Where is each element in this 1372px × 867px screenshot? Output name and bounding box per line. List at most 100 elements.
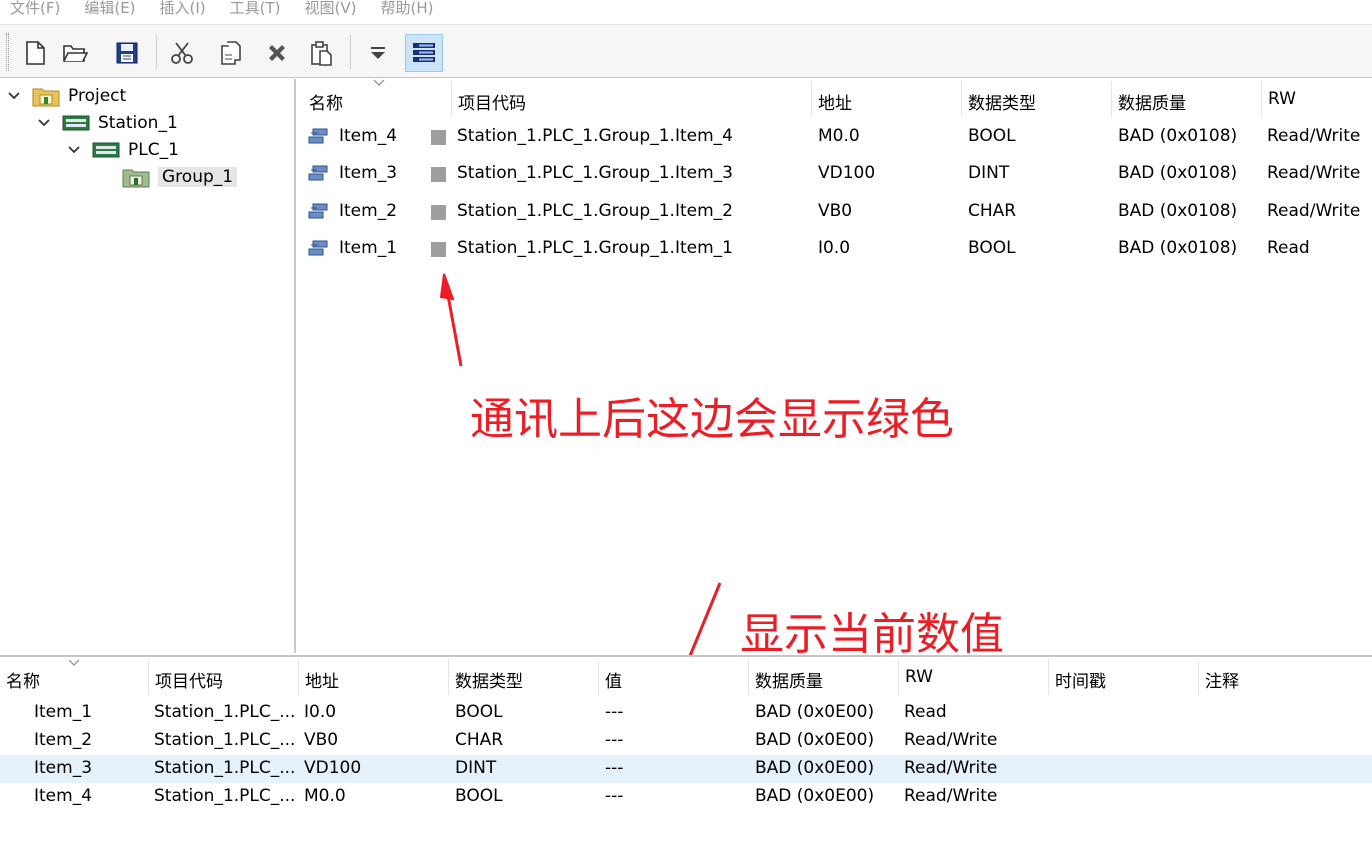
tree-label-plc: PLC_1 xyxy=(128,140,179,160)
toolbar-grip[interactable] xyxy=(6,33,9,71)
item-code: Station_1.PLC_1.Group_1.Item_1 xyxy=(457,238,733,258)
column-divider[interactable] xyxy=(1111,81,1112,117)
cut-button[interactable] xyxy=(163,34,201,72)
column-header-name[interactable]: 名称 xyxy=(309,89,343,114)
status-indicator xyxy=(431,167,446,182)
column-header-rw[interactable]: RW xyxy=(1268,89,1296,109)
opc-config-window: 文件(F) 编辑(E) 插入(I) 工具(T) 视图(V) 帮助(H) Proj… xyxy=(0,0,1372,867)
monitor-header-address[interactable]: 地址 xyxy=(305,667,339,692)
monitor-rw: Read xyxy=(904,702,947,722)
plc-icon xyxy=(92,139,120,161)
monitor-value: --- xyxy=(605,786,624,806)
column-divider[interactable] xyxy=(1198,659,1199,695)
item-quality: BAD (0x0108) xyxy=(1118,238,1238,258)
item-name: Item_1 xyxy=(339,238,398,258)
monitor-header-value[interactable]: 值 xyxy=(605,667,622,692)
item-address: VD100 xyxy=(818,163,876,183)
monitor-header-rw[interactable]: RW xyxy=(905,667,933,687)
item-type: CHAR xyxy=(968,201,1017,221)
menu-insert[interactable]: 插入(I) xyxy=(160,0,206,18)
monitor-header-type[interactable]: 数据类型 xyxy=(455,667,523,692)
column-divider[interactable] xyxy=(961,81,962,117)
status-indicator xyxy=(431,205,446,220)
column-divider[interactable] xyxy=(898,659,899,695)
tree-item-plc[interactable]: PLC_1 xyxy=(66,137,179,163)
monitor-name: Item_2 xyxy=(34,730,93,750)
column-divider[interactable] xyxy=(748,659,749,695)
monitor-name: Item_3 xyxy=(34,758,93,778)
column-divider[interactable] xyxy=(148,659,149,695)
copy-button[interactable] xyxy=(212,34,250,72)
column-divider[interactable] xyxy=(1261,81,1262,117)
chevron-down-icon[interactable] xyxy=(36,115,52,131)
table-row[interactable]: Item_2 Station_1.PLC_1.Group_1.Item_2 VB… xyxy=(301,195,1372,229)
chevron-down-icon[interactable] xyxy=(66,142,82,158)
table-row[interactable]: Item_4 Station_1.PLC_1.Group_1.Item_4 M0… xyxy=(301,120,1372,154)
monitor-row[interactable]: Item_1 Station_1.PLC_... I0.0 BOOL --- B… xyxy=(0,699,1372,727)
column-header-type[interactable]: 数据类型 xyxy=(968,89,1036,114)
monitor-header-code[interactable]: 项目代码 xyxy=(155,667,223,692)
menu-tools[interactable]: 工具(T) xyxy=(230,0,281,18)
menu-view[interactable]: 视图(V) xyxy=(305,0,357,18)
item-quality: BAD (0x0108) xyxy=(1118,126,1238,146)
monitor-header-name[interactable]: 名称 xyxy=(6,667,40,692)
column-divider[interactable] xyxy=(1048,659,1049,695)
paste-button[interactable] xyxy=(302,34,340,72)
open-button[interactable] xyxy=(56,34,94,72)
paste-icon xyxy=(311,41,332,66)
group-folder-icon xyxy=(122,166,150,188)
column-divider[interactable] xyxy=(451,81,452,117)
chevron-down-icon[interactable] xyxy=(6,88,22,104)
monitor-row[interactable]: Item_4 Station_1.PLC_... M0.0 BOOL --- B… xyxy=(0,783,1372,811)
monitor-type: BOOL xyxy=(455,786,503,806)
save-button[interactable] xyxy=(108,34,146,72)
monitor-row[interactable]: Item_2 Station_1.PLC_... VB0 CHAR --- BA… xyxy=(0,727,1372,755)
column-header-code[interactable]: 项目代码 xyxy=(458,89,526,114)
tree-item-station[interactable]: Station_1 xyxy=(36,110,178,136)
menu-file[interactable]: 文件(F) xyxy=(10,0,60,18)
monitor-address: I0.0 xyxy=(304,702,337,722)
new-file-button[interactable] xyxy=(16,34,54,72)
monitor-value: --- xyxy=(605,730,624,750)
monitor-header-timestamp[interactable]: 时间戳 xyxy=(1055,667,1106,692)
tag-item-icon xyxy=(308,128,328,144)
item-rw: Read xyxy=(1267,238,1310,258)
open-folder-icon xyxy=(63,45,88,62)
menu-help[interactable]: 帮助(H) xyxy=(381,0,434,18)
item-type: DINT xyxy=(968,163,1010,183)
monitor-type: CHAR xyxy=(455,730,504,750)
monitor-quality: BAD (0x0E00) xyxy=(755,702,875,722)
monitor-header-comment[interactable]: 注释 xyxy=(1205,667,1239,692)
item-rw: Read/Write xyxy=(1267,201,1361,221)
column-header-address[interactable]: 地址 xyxy=(818,89,852,114)
status-indicator xyxy=(431,130,446,145)
monitor-header-quality[interactable]: 数据质量 xyxy=(755,667,823,692)
menu-edit[interactable]: 编辑(E) xyxy=(84,0,135,18)
monitor-code: Station_1.PLC_... xyxy=(154,758,296,778)
monitor-quality: BAD (0x0E00) xyxy=(755,786,875,806)
monitor-row-selected[interactable]: Item_3 Station_1.PLC_... VD100 DINT --- … xyxy=(0,755,1372,783)
column-divider[interactable] xyxy=(448,659,449,695)
column-divider[interactable] xyxy=(298,659,299,695)
column-header-quality[interactable]: 数据质量 xyxy=(1118,89,1186,114)
item-quality: BAD (0x0108) xyxy=(1118,201,1238,221)
item-name: Item_2 xyxy=(339,201,398,221)
delete-button[interactable] xyxy=(258,34,296,72)
tag-item-icon xyxy=(308,165,328,181)
column-divider[interactable] xyxy=(598,659,599,695)
tag-item-icon xyxy=(308,203,328,219)
monitor-code: Station_1.PLC_... xyxy=(154,730,296,750)
table-row[interactable]: Item_1 Station_1.PLC_1.Group_1.Item_1 I0… xyxy=(301,232,1372,266)
sort-caret-icon xyxy=(68,659,80,666)
tree-item-project[interactable]: Project xyxy=(6,83,126,109)
monitor-view-toggle[interactable] xyxy=(405,34,443,72)
sort-caret-icon xyxy=(373,79,385,86)
tag-item-icon xyxy=(308,240,328,256)
item-rw: Read/Write xyxy=(1267,126,1361,146)
column-divider[interactable] xyxy=(811,81,812,117)
filter-button[interactable] xyxy=(359,34,397,72)
tree-item-group[interactable]: Group_1 xyxy=(122,164,238,190)
table-row[interactable]: Item_3 Station_1.PLC_1.Group_1.Item_3 VD… xyxy=(301,157,1372,191)
monitor-address: M0.0 xyxy=(304,786,346,806)
monitor-code: Station_1.PLC_... xyxy=(154,702,296,722)
